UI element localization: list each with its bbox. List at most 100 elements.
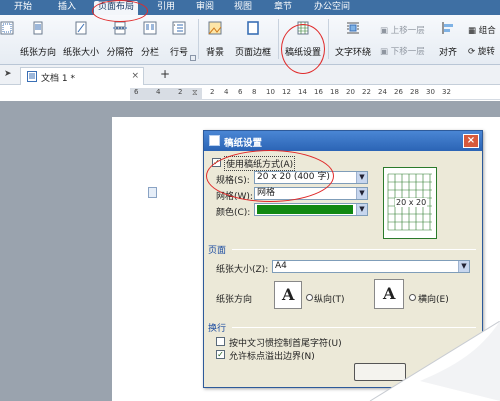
dialog-close-button[interactable]: × (463, 134, 479, 148)
paper-size-value: A4 (275, 261, 287, 271)
columns-icon (143, 21, 157, 35)
chinese-line-break-label[interactable]: 按中文习惯控制首尾字符(U) (229, 336, 342, 349)
text-wrap-icon (347, 22, 359, 34)
menu-tab-chapter[interactable]: 章节 (274, 2, 292, 13)
paper-orientation-label: 纸张方向 (19, 48, 56, 58)
bring-forward-label: 上移一层 (390, 26, 425, 36)
section-divider (232, 249, 476, 250)
menu-tab-references[interactable]: 引用 (157, 2, 175, 13)
breaks-label: 分隔符 (106, 48, 134, 58)
document-tab[interactable]: 文档 1 * × (20, 67, 144, 85)
ribbon: 纸张方向 纸张大小 分隔符 分栏 1 行号 背景 页面边框 稿纸设置 文字环绕 … (0, 15, 500, 65)
chevron-down-icon: ▼ (458, 261, 469, 272)
bring-forward-button[interactable]: ▣ 上移一层 (380, 24, 425, 36)
svg-text:1: 1 (174, 23, 176, 27)
landscape-label[interactable]: 横向(E) (418, 292, 449, 305)
ruler-number: 2 (210, 88, 215, 96)
color-swatch (257, 205, 353, 214)
portrait-label[interactable]: 纵向(T) (314, 292, 345, 305)
ruler-number: 6 (238, 88, 243, 96)
color-select[interactable]: ▼ (254, 203, 368, 216)
manuscript-preview: 20 x 20 (383, 167, 437, 239)
text-wrap-button[interactable]: 文字环绕 (331, 15, 375, 61)
chinese-line-break-checkbox[interactable] (216, 337, 225, 346)
preview-size-label: 20 x 20 (395, 198, 428, 207)
ruler-number: 10 (266, 88, 275, 96)
ruler-number: 28 (410, 88, 419, 96)
align-icon (442, 22, 453, 34)
paper-size-select[interactable]: A4 ▼ (272, 260, 470, 273)
chevron-down-icon: ▼ (356, 204, 367, 215)
paper-size-field-label: 纸张大小(Z): (216, 265, 269, 275)
background-button[interactable]: 背景 (202, 15, 228, 61)
ruler-number: 14 (298, 88, 307, 96)
group-label: 组合 (478, 26, 496, 36)
ruler-number: 2 (178, 88, 183, 96)
send-backward-button[interactable]: ▣ 下移一层 (380, 45, 425, 57)
menu-tab-office-space[interactable]: 办公空间 (314, 2, 350, 13)
ruler-number: 24 (378, 88, 387, 96)
ruler-number: 22 (362, 88, 371, 96)
orientation-label: 纸张方向 (216, 295, 253, 305)
ruler-number: 8 (252, 88, 257, 96)
dialog-title-bar[interactable]: 稿纸设置 × (204, 131, 482, 151)
ruler-number: 4 (156, 88, 161, 96)
group-button[interactable]: ▦ 组合 (468, 24, 496, 36)
new-tab-button[interactable]: + (160, 67, 170, 81)
page-section-title: 页面 (208, 246, 227, 256)
annotation-oval-menu (92, 0, 148, 22)
color-label: 颜色(C): (216, 208, 251, 218)
paper-size-label: 纸张大小 (62, 48, 99, 58)
page-setup-launcher[interactable] (190, 55, 196, 61)
paper-size-button[interactable]: 纸张大小 (60, 15, 102, 61)
chevron-down-icon: ▼ (356, 172, 367, 183)
dialog-app-icon (209, 135, 220, 146)
page-border-button[interactable]: 页面边框 (232, 15, 274, 61)
columns-label: 分栏 (140, 48, 159, 58)
punctuation-overflow-label[interactable]: 允许标点溢出边界(N) (229, 349, 315, 362)
menu-tab-start[interactable]: 开始 (14, 2, 32, 13)
ruler-number: 4 (224, 88, 229, 96)
punctuation-overflow-checkbox[interactable]: ✓ (216, 350, 225, 359)
group-icon: ▦ (468, 26, 477, 36)
portrait-radio[interactable] (306, 294, 313, 301)
navigation-arrow-icon[interactable]: ➤ (4, 69, 12, 79)
portrait-preview-icon[interactable]: A (274, 281, 302, 309)
columns-button[interactable]: 分栏 (136, 15, 164, 61)
portrait-letter: A (282, 285, 295, 304)
line-numbers-label: 行号 (169, 48, 188, 58)
annotation-oval-dialog (206, 150, 334, 202)
menu-tab-insert[interactable]: 插入 (58, 2, 76, 13)
wrap-section-title: 换行 (208, 324, 227, 334)
align-button[interactable]: 对齐 (437, 15, 459, 61)
landscape-preview-icon[interactable]: A (374, 279, 404, 309)
rotate-label: 旋转 (477, 47, 495, 57)
margins-button[interactable] (0, 15, 14, 61)
menu-tab-review[interactable]: 审阅 (196, 2, 214, 13)
landscape-letter: A (383, 284, 396, 303)
menu-tab-view[interactable]: 视图 (234, 2, 252, 13)
bring-forward-icon: ▣ (380, 26, 389, 36)
paper-orientation-button[interactable]: 纸张方向 (15, 15, 61, 61)
line-numbers-icon: 1 (172, 21, 186, 35)
margins-icon (0, 21, 14, 35)
breaks-icon (113, 21, 127, 35)
line-numbers-button[interactable]: 1 行号 (166, 15, 192, 61)
send-backward-label: 下移一层 (390, 47, 425, 57)
paragraph-options-icon[interactable] (148, 187, 158, 198)
landscape-radio[interactable] (409, 294, 416, 301)
send-backward-icon: ▣ (380, 47, 389, 57)
tab-close-icon[interactable]: × (131, 71, 139, 81)
ruler-number: 16 (314, 88, 323, 96)
rotate-icon: ⟳ (468, 47, 476, 57)
page-curl-decoration (369, 321, 500, 401)
ruler-number: 26 (394, 88, 403, 96)
indent-marker-icon[interactable]: ⧖ (192, 88, 198, 98)
ruler-number: 30 (426, 88, 435, 96)
rotate-button[interactable]: ⟳ 旋转 (468, 45, 495, 57)
ruler-number: 12 (282, 88, 291, 96)
chevron-down-icon: ▼ (356, 188, 367, 199)
ribbon-separator (278, 19, 279, 59)
horizontal-ruler[interactable]: 6 4 2 ⧖ 2 4 6 8 10 12 14 16 18 20 22 24 … (130, 88, 500, 100)
document-tab-bar: ➤ 文档 1 * × + (0, 65, 500, 85)
